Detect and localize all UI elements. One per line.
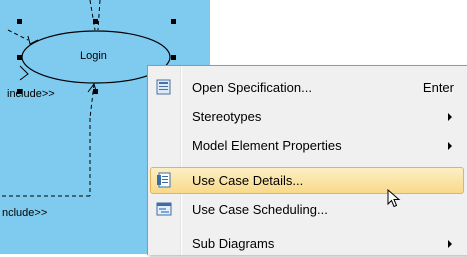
selection-handle: [17, 55, 22, 60]
include-label: include>>: [7, 88, 55, 100]
include-label: nclude>>: [2, 207, 48, 219]
context-menu: Open Specification... Enter Stereotypes …: [147, 65, 467, 255]
menu-item-use-case-scheduling[interactable]: Use Case Scheduling...: [150, 196, 464, 223]
selection-handle: [17, 19, 22, 24]
menu-item-use-case-details[interactable]: Use Case Details...: [150, 167, 464, 194]
menu-item-model-element-properties[interactable]: Model Element Properties: [150, 132, 464, 159]
specification-icon: [156, 79, 172, 95]
menu-item-open-specification[interactable]: Open Specification... Enter: [150, 74, 464, 101]
scheduling-icon: [156, 201, 172, 217]
submenu-arrow-icon: [448, 113, 452, 121]
menu-item-stereotypes[interactable]: Stereotypes: [150, 103, 464, 130]
use-case-name[interactable]: Login: [80, 50, 107, 62]
use-case-details-icon: [156, 172, 172, 188]
menu-item-sub-diagrams[interactable]: Sub Diagrams: [150, 230, 464, 257]
selection-handle: [171, 19, 176, 24]
submenu-arrow-icon: [448, 240, 452, 248]
selection-handle: [171, 55, 176, 60]
mouse-pointer-icon: [387, 188, 401, 214]
submenu-arrow-icon: [448, 142, 452, 150]
